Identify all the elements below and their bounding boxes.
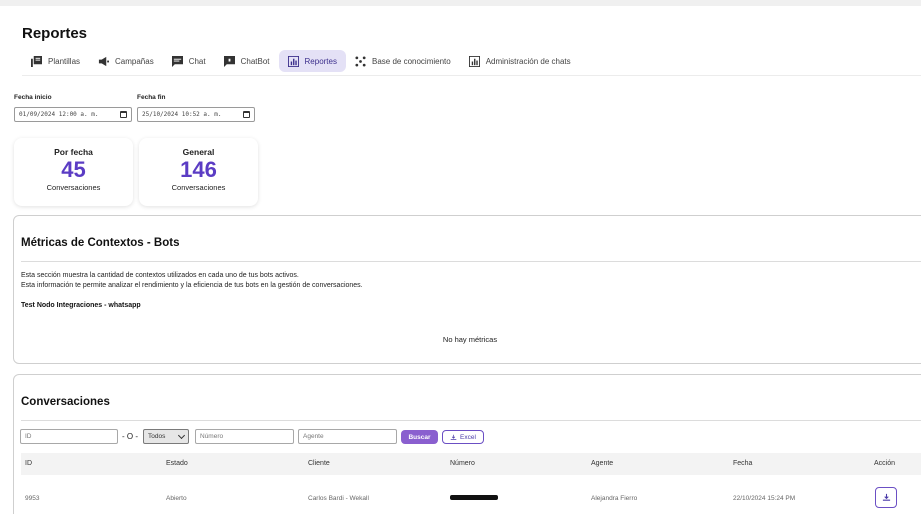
admin-chart-icon [468,55,480,67]
stat-card-por-fecha: Por fecha 45 Conversaciones [14,138,133,206]
stat-value: 45 [61,157,86,182]
tab-label: Chat [188,56,206,66]
column-id: ID [25,460,32,467]
id-placeholder: ID [25,433,32,440]
stat-title: General [182,147,215,157]
stat-subtitle: Conversaciones [171,183,226,192]
chevron-down-icon [177,431,186,439]
conversations-panel: Conversaciones ID - O - Todos Número Age… [13,374,921,514]
conversations-divider [21,420,921,421]
column-agente: Agente [591,460,614,467]
tabs-divider [22,75,921,76]
chatbot-icon [223,55,235,67]
start-date-label: Fecha inicio [14,94,52,101]
download-icon [882,493,890,501]
stat-card-general: General 146 Conversaciones [139,138,258,206]
chart-icon [287,55,299,67]
column-numero: Número [450,460,475,467]
column-cliente: Cliente [308,460,330,467]
tab-plantillas[interactable]: Plantillas [22,50,89,72]
calendar-icon[interactable] [120,111,127,118]
download-conversation-button[interactable] [875,487,897,508]
top-strip [0,0,921,6]
metrics-description-1: Esta sección muestra la cantidad de cont… [21,272,299,279]
cell-id: 9953 [25,495,40,502]
page-title: Reportes [22,25,88,42]
stat-title: Por fecha [54,147,93,157]
agent-filter-input[interactable]: Agente [298,429,397,444]
metrics-description-2: Esta información te permite analizar el … [21,282,363,289]
or-separator: - O - [122,432,138,441]
column-fecha: Fecha [733,460,753,467]
number-filter-input[interactable]: Número [195,429,294,444]
tab-label: Reportes [304,56,337,66]
tab-label: Base de conocimiento [371,56,451,66]
calendar-icon[interactable] [243,111,250,118]
empty-metrics-message: No hay métricas [442,335,498,344]
end-date-input[interactable]: 25/10/2024 10:52 a. m. [137,107,255,122]
bot-name: Test Nodo Integraciones - whatsapp [21,302,141,309]
knowledge-icon [355,55,366,67]
tab-base-conocimiento[interactable]: Base de conocimiento [346,50,460,72]
stat-subtitle: Conversaciones [46,183,101,192]
templates-icon [31,55,42,67]
cell-estado: Abierto [166,495,187,502]
excel-label: Excel [460,433,476,441]
end-date-label: Fecha fin [137,94,166,101]
metrics-title: Métricas de Contextos - Bots [21,237,180,249]
number-placeholder: Número [200,433,224,440]
metrics-panel: Métricas de Contextos - Bots Esta secció… [13,215,921,364]
tab-label: Plantillas [48,56,81,66]
search-button[interactable]: Buscar [401,430,438,444]
tab-label: Campañas [115,56,154,66]
stat-value: 146 [180,157,217,182]
metrics-divider [21,261,921,262]
id-filter-input[interactable]: ID [20,429,118,444]
cell-cliente: Carlos Bardi - Wekall [308,495,369,502]
tab-label: Administración de chats [485,56,571,66]
agent-placeholder: Agente [303,433,324,440]
status-select[interactable]: Todos [143,429,189,444]
start-date-input[interactable]: 01/09/2024 12:00 a. m. [14,107,132,122]
end-date-value: 25/10/2024 10:52 a. m. [142,111,222,118]
start-date-value: 01/09/2024 12:00 a. m. [19,111,99,118]
tab-administracion-chats[interactable]: Administración de chats [460,50,580,72]
tab-reportes[interactable]: Reportes [278,50,346,76]
download-icon [450,434,457,440]
conversations-title: Conversaciones [21,396,110,408]
tab-campanas[interactable]: Campañas [89,50,163,72]
megaphone-icon [98,56,110,66]
tab-chatbot[interactable]: ChatBot [215,50,279,72]
redacted-number [450,495,498,500]
tab-chat[interactable]: Chat [163,50,215,72]
cell-agente: Alejandra Fierro [591,495,638,502]
status-selected: Todos [148,433,166,440]
tab-label: ChatBot [240,56,270,66]
column-estado: Estado [166,460,188,467]
chat-icon [171,55,183,67]
report-tabs: Plantillas Campañas Chat ChatBot Reporte… [22,50,580,76]
excel-export-button[interactable]: Excel [442,430,484,444]
column-accion: Acción [874,460,896,467]
table-header: ID Estado Cliente Número Agente Fecha Ac… [21,453,921,475]
cell-fecha: 22/10/2024 15:24 PM [733,495,796,502]
